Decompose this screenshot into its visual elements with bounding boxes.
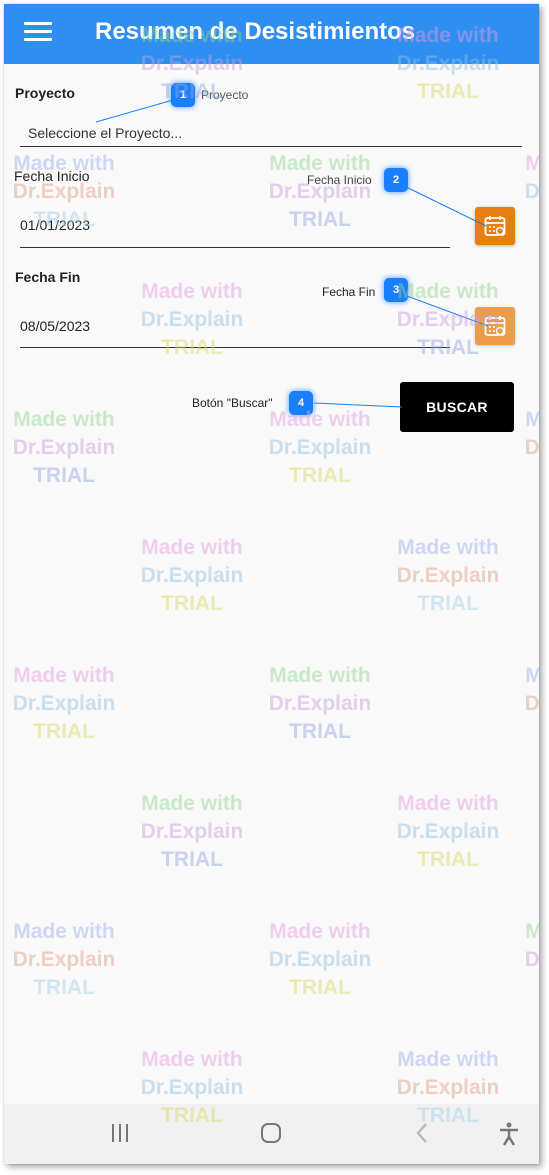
watermark: Made withDr.ExplainTRIAL	[396, 792, 500, 871]
buscar-button[interactable]: BUSCAR	[400, 382, 514, 432]
fecha-inicio-underline	[20, 247, 450, 248]
callout-text-3: Fecha Fin	[322, 285, 376, 299]
watermark: Made withDr.ExplainTRIAL	[12, 664, 116, 743]
watermark: Made withDr.ExplainTRIAL	[524, 920, 539, 971]
system-nav-bar	[4, 1104, 539, 1164]
watermark: Made withDr.ExplainTRIAL	[140, 280, 244, 359]
watermark: Made withDr.ExplainTRIAL	[524, 152, 539, 203]
watermark: Made withDr.ExplainTRIAL	[268, 920, 372, 999]
watermark: Made withDr.ExplainTRIAL	[140, 536, 244, 615]
fecha-inicio-calendar-button[interactable]	[475, 207, 515, 245]
fecha-fin-underline	[20, 347, 450, 348]
calendar-icon	[484, 216, 506, 236]
accessibility-icon[interactable]	[498, 1122, 520, 1146]
callout-text-2: Fecha Inicio	[307, 173, 372, 187]
watermark: Made withDr.ExplainTRIAL	[524, 664, 539, 715]
watermark: Made withDr.ExplainTRIAL	[12, 408, 116, 487]
watermark: Made withDr.ExplainTRIAL	[268, 152, 372, 231]
callout-badge-2: 2	[384, 168, 408, 192]
home-icon[interactable]	[260, 1122, 282, 1144]
fecha-fin-calendar-button[interactable]	[475, 307, 515, 345]
callout-text-4: Botón "Buscar"	[192, 396, 273, 410]
callout-badge-1: 1	[171, 83, 195, 107]
fecha-fin-label: Fecha Fin	[15, 269, 81, 285]
watermark: Made withDr.ExplainTRIAL	[524, 408, 539, 459]
proyecto-select[interactable]: Seleccione el Proyecto...	[28, 125, 182, 141]
recents-icon[interactable]	[110, 1122, 130, 1144]
calendar-icon	[484, 316, 506, 336]
watermark: Made withDr.ExplainTRIAL	[268, 664, 372, 743]
watermark: Made withDr.ExplainTRIAL	[396, 536, 500, 615]
callout-badge-4: 4	[289, 391, 313, 415]
back-icon[interactable]	[414, 1122, 430, 1144]
fecha-inicio-input[interactable]: 01/01/2023	[20, 217, 90, 233]
callout-badge-3: 3	[384, 278, 408, 302]
watermark: Made withDr.ExplainTRIAL	[140, 792, 244, 871]
app-screen: Resumen de Desistimientos Proyecto Selec…	[4, 4, 539, 1164]
proyecto-underline	[20, 146, 522, 147]
watermark: Made withDr.ExplainTRIAL	[12, 920, 116, 999]
page-title: Resumen de Desistimientos	[95, 18, 416, 45]
fecha-fin-input[interactable]: 08/05/2023	[20, 318, 90, 334]
fecha-inicio-label: Fecha Inicio	[14, 168, 90, 184]
watermark: Made withDr.ExplainTRIAL	[268, 408, 372, 487]
proyecto-label: Proyecto	[15, 85, 75, 101]
callout-text-1: Proyecto	[201, 88, 249, 102]
hamburger-menu-icon[interactable]	[24, 22, 52, 46]
app-bar: Resumen de Desistimientos	[4, 4, 539, 64]
